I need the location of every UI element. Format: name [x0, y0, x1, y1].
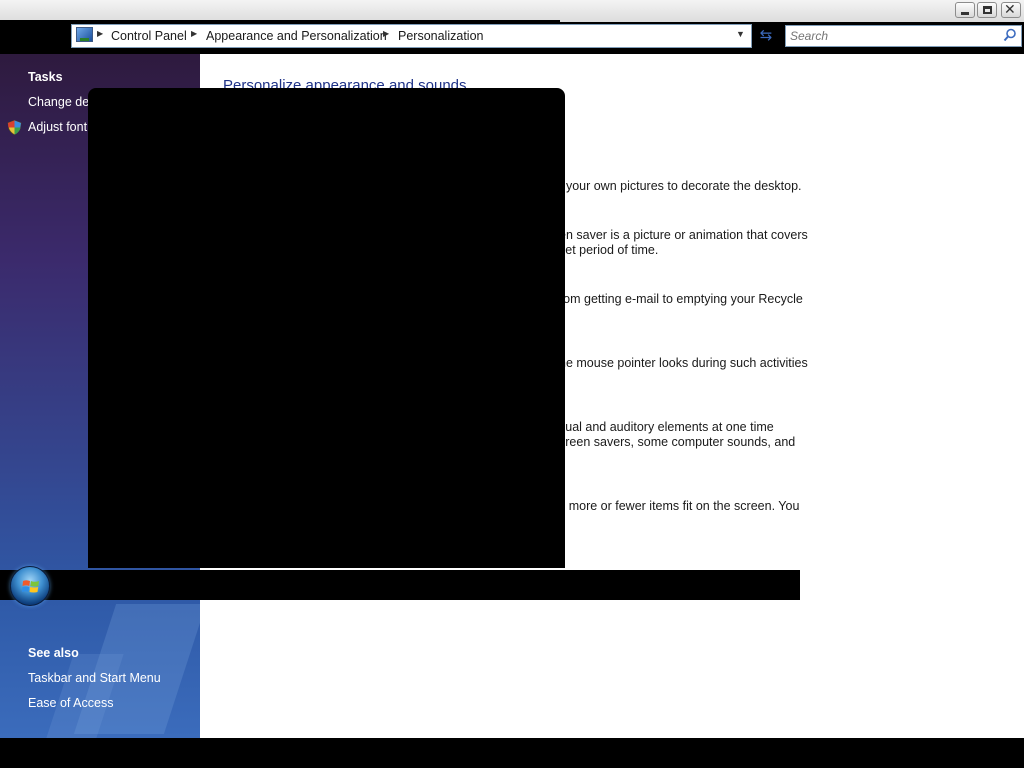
window-titlebar	[0, 0, 1024, 22]
start-button[interactable]	[10, 566, 50, 606]
chevron-right-icon[interactable]: ▶	[97, 29, 103, 38]
address-bar[interactable]: ▶ Control Panel ▶ Appearance and Persona…	[71, 24, 752, 48]
screen-saver-description: set period of time.	[559, 243, 659, 257]
restore-button[interactable]	[977, 2, 997, 18]
chevron-right-icon[interactable]: ▶	[191, 29, 197, 38]
close-button[interactable]: ✕	[1001, 1, 1021, 18]
breadcrumb-control-panel[interactable]: Control Panel	[111, 29, 187, 43]
control-panel-icon	[76, 27, 93, 42]
mouse-pointers-description: he mouse pointer looks during such activ…	[559, 356, 808, 370]
refresh-icon: ⇆	[759, 27, 773, 44]
close-icon: ✕	[1004, 1, 1016, 17]
see-also-link-ease-of-access[interactable]: Ease of Access	[28, 696, 113, 710]
task-link-change-desktop-icons[interactable]: Change des	[28, 95, 95, 109]
refresh-button[interactable]: ⇆	[755, 25, 777, 47]
redacted-region	[0, 738, 1024, 768]
minimize-button[interactable]	[955, 2, 975, 18]
windows-logo-icon	[22, 580, 39, 593]
taskbar	[0, 570, 800, 600]
minimize-icon	[961, 12, 969, 15]
chevron-right-icon[interactable]: ▶	[383, 29, 389, 38]
tasks-heading: Tasks	[28, 70, 63, 84]
sounds-description: rom getting e-mail to emptying your Recy…	[559, 292, 803, 306]
theme-description: creen savers, some computer sounds, and	[559, 435, 796, 449]
desktop-background-description: f your own pictures to decorate the desk…	[559, 179, 802, 193]
search-box[interactable]	[785, 25, 1022, 47]
breadcrumb-appearance-personalization[interactable]: Appearance and Personalization	[206, 29, 387, 43]
screen-saver-description: en saver is a picture or animation that …	[559, 228, 808, 242]
search-input[interactable]	[790, 28, 1000, 44]
task-link-adjust-font-size[interactable]: Adjust font	[28, 120, 87, 134]
theme-description: sual and auditory elements at one time	[559, 420, 774, 434]
search-icon[interactable]	[1003, 28, 1017, 42]
redacted-window	[88, 88, 565, 568]
breadcrumb-personalization[interactable]: Personalization	[398, 29, 483, 43]
see-also-heading: See also	[28, 646, 79, 660]
see-also-link-taskbar-start-menu[interactable]: Taskbar and Start Menu	[28, 671, 161, 685]
uac-shield-icon	[7, 120, 22, 135]
display-settings-description: s more or fewer items fit on the screen.…	[559, 499, 800, 513]
chevron-down-icon[interactable]: ▼	[736, 29, 745, 39]
restore-icon	[983, 6, 992, 14]
